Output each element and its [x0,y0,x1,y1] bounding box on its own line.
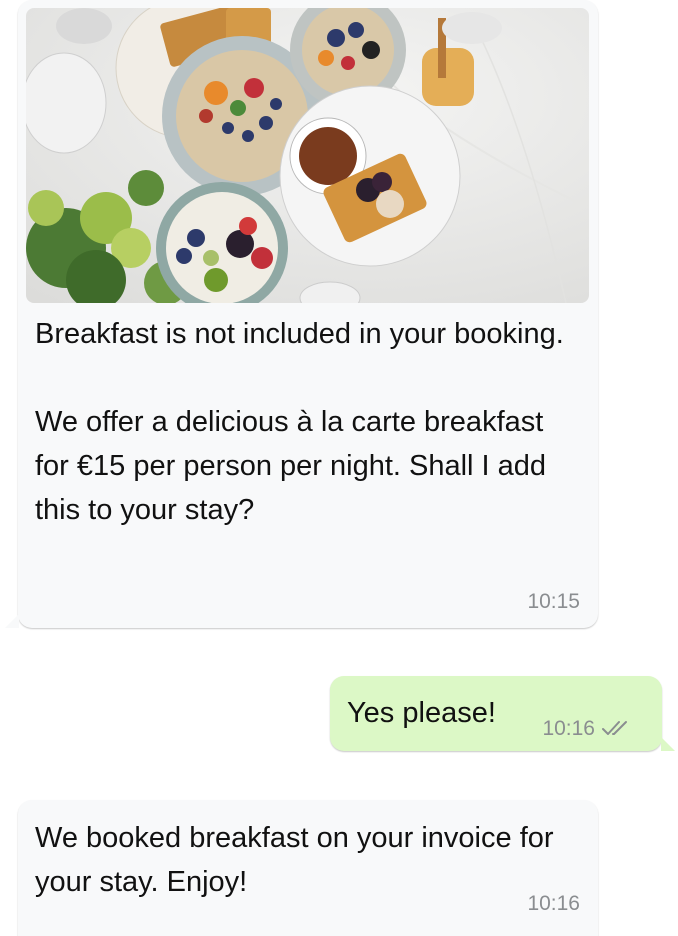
message-timestamp: 10:16 [542,717,595,740]
message-bubble-outgoing[interactable]: Yes please! 10:16 [330,676,675,751]
message-text: Yes please! [347,697,496,729]
message-bubble-incoming[interactable]: Breakfast is not included in your bookin… [5,0,598,628]
bubble-tail [5,614,19,628]
message-text: We booked breakfast on your invoice for … [35,822,554,898]
bubble-tail [661,737,675,751]
message-timestamp: 10:16 [527,892,580,915]
message-bubble-incoming[interactable]: We booked breakfast on your invoice for … [18,800,598,936]
breakfast-photo[interactable] [26,8,589,303]
message-text: Breakfast is not included in your bookin… [35,318,564,526]
message-timestamp: 10:15 [527,590,580,613]
double-check-icon [602,721,627,735]
